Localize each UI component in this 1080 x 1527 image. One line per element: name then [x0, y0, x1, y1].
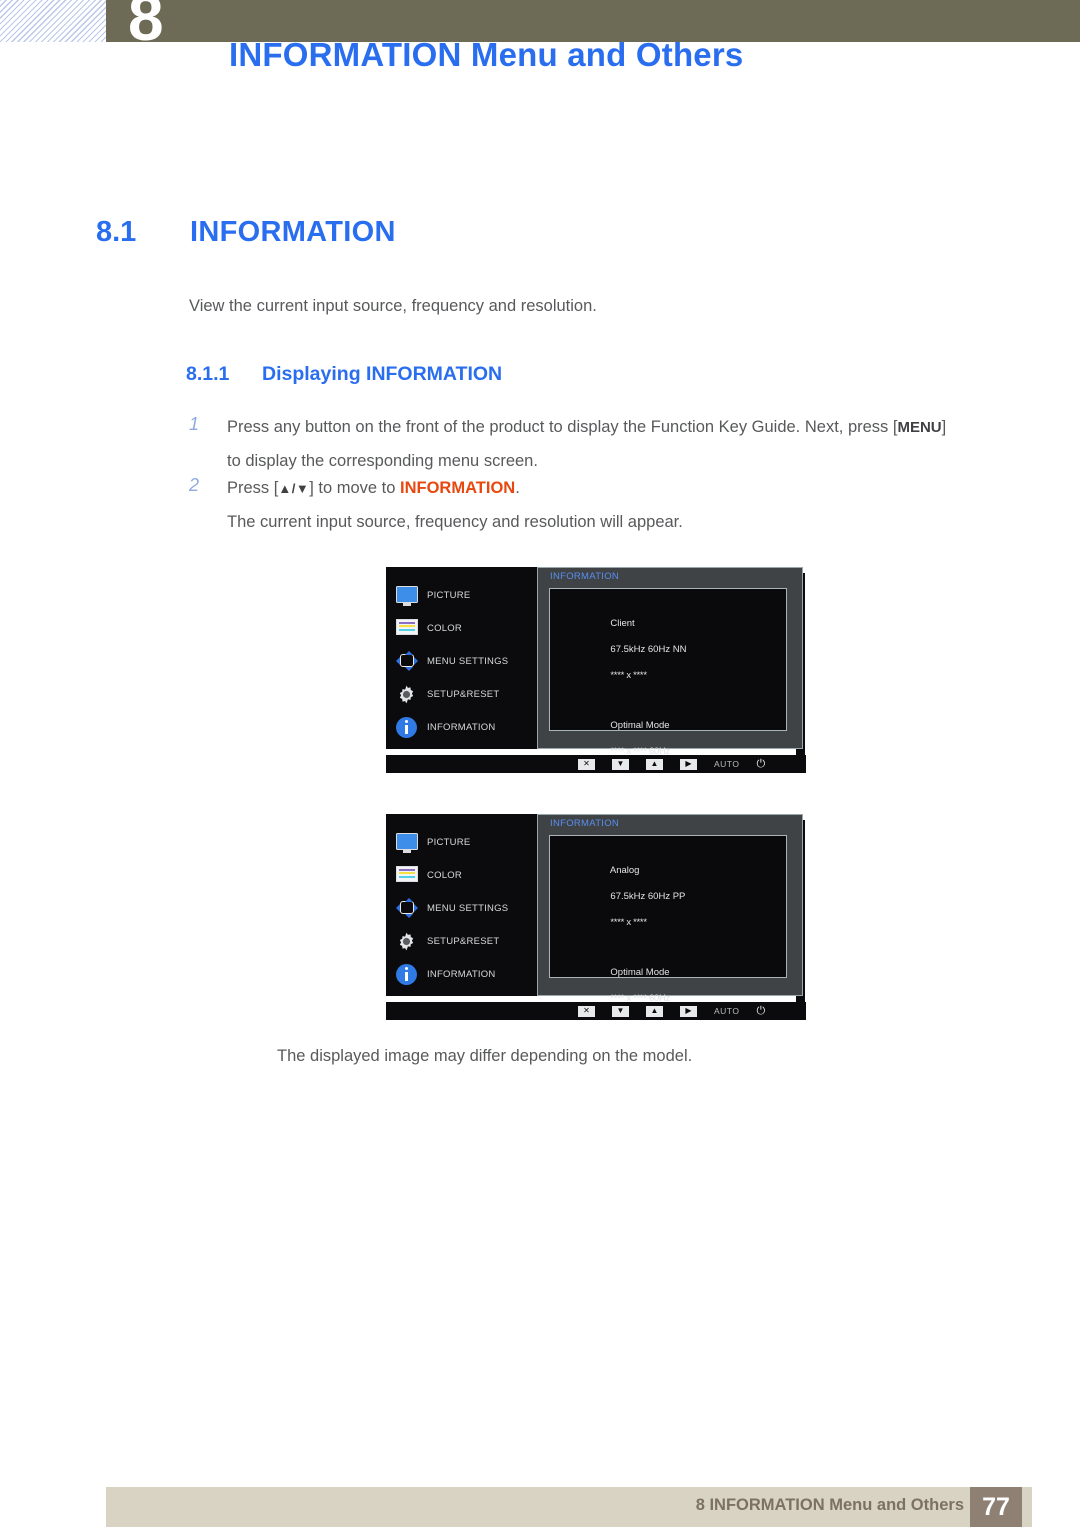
page-number: 77: [982, 1492, 1010, 1521]
osd-menu-item-menu-settings[interactable]: MENU SETTINGS: [396, 645, 539, 678]
osd-menu-label: INFORMATION: [427, 722, 496, 733]
osd-info-box: Client 67.5kHz 60Hz NN **** x **** Optim…: [549, 588, 787, 757]
auto-key[interactable]: AUTO: [714, 759, 739, 769]
down-key[interactable]: ▼: [612, 758, 629, 770]
osd-optimal-label: Optimal Mode: [610, 967, 670, 978]
osd-screenshot-analog: PICTURE COLOR MENU SETTINGS SETUP&RESET: [386, 814, 806, 1020]
figure-caption: The displayed image may differ depending…: [277, 1047, 693, 1065]
osd-menu-panel: PICTURE COLOR MENU SETTINGS SETUP&RESET: [386, 814, 539, 996]
osd-info-text: Analog 67.5kHz 60Hz PP **** x **** Optim…: [584, 851, 686, 1018]
step2-line2: The current input source, frequency and …: [227, 513, 683, 531]
step-number: 1: [189, 414, 200, 434]
menu-settings-icon: [396, 897, 418, 920]
osd-resolution: **** x ****: [610, 917, 647, 928]
osd-source: Analog: [609, 865, 640, 876]
osd-menu-label: SETUP&RESET: [427, 689, 500, 700]
footer-chapter-label: 8 INFORMATION Menu and Others: [695, 1496, 964, 1514]
chapter-number: 8: [128, 0, 164, 54]
osd-info-panel: INFORMATION Client 67.5kHz 60Hz NN **** …: [537, 567, 803, 757]
osd-panel-title: INFORMATION: [550, 818, 620, 829]
osd-menu-item-information[interactable]: INFORMATION: [396, 711, 539, 744]
enter-key[interactable]: ▶: [680, 758, 697, 770]
step-text: Press [▲/▼] to move to INFORMATION.: [227, 475, 1049, 502]
osd-menu-label: MENU SETTINGS: [427, 656, 509, 667]
osd-menu-item-information[interactable]: INFORMATION: [396, 958, 539, 991]
gear-icon: [396, 684, 418, 706]
menu-key-label: MENU: [897, 419, 942, 436]
osd-resolution: **** x ****: [610, 670, 647, 681]
osd-info-box: Analog 67.5kHz 60Hz PP **** x **** Optim…: [549, 835, 787, 1004]
osd-menu-label: INFORMATION: [427, 969, 496, 980]
osd-menu-item-setup-reset[interactable]: SETUP&RESET: [396, 925, 539, 958]
step2-text-after: .: [515, 479, 520, 497]
page-title: INFORMATION Menu and Others: [229, 36, 744, 73]
section-intro-text: View the current input source, frequency…: [189, 297, 597, 315]
osd-source: Client: [610, 618, 635, 629]
close-key[interactable]: ✕: [578, 758, 595, 770]
monitor-icon: [396, 832, 418, 854]
osd-function-key-guide: ✕ ▼ ▲ ▶ AUTO ⏻: [386, 755, 806, 773]
osd-menu-label: PICTURE: [427, 837, 471, 848]
info-circle-icon: [396, 963, 418, 986]
osd-menu-label: SETUP&RESET: [427, 936, 500, 947]
step-item-1: 1 Press any button on the front of the p…: [189, 414, 1049, 474]
down-key[interactable]: ▼: [612, 1005, 629, 1017]
osd-screenshot-client: PICTURE COLOR MENU SETTINGS SETUP&RESET: [386, 567, 806, 773]
osd-info-text: Client 67.5kHz 60Hz NN **** x **** Optim…: [584, 604, 686, 771]
close-key[interactable]: ✕: [578, 1005, 595, 1017]
osd-menu-item-picture[interactable]: PICTURE: [396, 826, 539, 859]
enter-key[interactable]: ▶: [680, 1005, 697, 1017]
section-number: 8.1: [96, 216, 137, 248]
subsection-number: 8.1.1: [186, 363, 230, 385]
osd-menu-label: PICTURE: [427, 590, 471, 601]
osd-frequency: 67.5kHz 60Hz NN: [610, 644, 687, 655]
color-sliders-icon: [396, 618, 418, 640]
step1-text-after: ]: [941, 418, 947, 436]
updown-arrow-icon: ▲/▼: [278, 481, 310, 496]
step2-text-mid: ] to move to: [309, 479, 401, 497]
osd-frequency: 67.5kHz 60Hz PP: [610, 891, 686, 902]
osd-panel-title: INFORMATION: [550, 571, 620, 582]
subsection-heading: 8.1.1 Displaying INFORMATION: [186, 363, 502, 386]
osd-menu-item-setup-reset[interactable]: SETUP&RESET: [396, 678, 539, 711]
osd-menu-item-menu-settings[interactable]: MENU SETTINGS: [396, 892, 539, 925]
step2-text-before: Press [: [227, 479, 279, 497]
step1-text-before: Press any button on the front of the pro…: [227, 418, 898, 436]
osd-menu-label: COLOR: [427, 870, 463, 881]
section-title: INFORMATION: [190, 216, 396, 248]
osd-info-panel: INFORMATION Analog 67.5kHz 60Hz PP **** …: [537, 814, 803, 1004]
gear-icon: [396, 931, 418, 953]
footer-page-number-box: 77: [970, 1487, 1022, 1527]
power-key[interactable]: ⏻: [756, 758, 765, 770]
osd-menu-item-picture[interactable]: PICTURE: [396, 579, 539, 612]
power-key[interactable]: ⏻: [756, 1005, 765, 1017]
step-number: 2: [189, 475, 200, 495]
up-key[interactable]: ▲: [646, 1005, 663, 1017]
info-circle-icon: [396, 716, 418, 739]
osd-menu-item-color[interactable]: COLOR: [396, 612, 539, 645]
information-highlight: INFORMATION: [400, 479, 516, 497]
section-heading: 8.1 INFORMATION: [96, 216, 396, 249]
osd-window: PICTURE COLOR MENU SETTINGS SETUP&RESET: [386, 567, 806, 757]
menu-settings-icon: [396, 650, 418, 673]
up-key[interactable]: ▲: [646, 758, 663, 770]
auto-key[interactable]: AUTO: [714, 1006, 739, 1016]
step-item-2: 2 Press [▲/▼] to move to INFORMATION. Th…: [189, 475, 1049, 535]
osd-window: PICTURE COLOR MENU SETTINGS SETUP&RESET: [386, 814, 806, 1004]
decorative-hatch-pattern: [0, 0, 106, 42]
osd-menu-label: COLOR: [427, 623, 463, 634]
page-header: 8 INFORMATION Menu and Others: [0, 0, 1080, 120]
subsection-title: Displaying INFORMATION: [262, 363, 503, 385]
step-text: Press any button on the front of the pro…: [227, 414, 1049, 441]
step1-line2: to display the corresponding menu screen…: [227, 452, 538, 470]
color-sliders-icon: [396, 865, 418, 887]
monitor-icon: [396, 585, 418, 607]
osd-menu-panel: PICTURE COLOR MENU SETTINGS SETUP&RESET: [386, 567, 539, 749]
osd-function-key-guide: ✕ ▼ ▲ ▶ AUTO ⏻: [386, 1002, 806, 1020]
osd-menu-item-color[interactable]: COLOR: [396, 859, 539, 892]
osd-menu-label: MENU SETTINGS: [427, 903, 509, 914]
osd-optimal-label: Optimal Mode: [610, 720, 670, 731]
